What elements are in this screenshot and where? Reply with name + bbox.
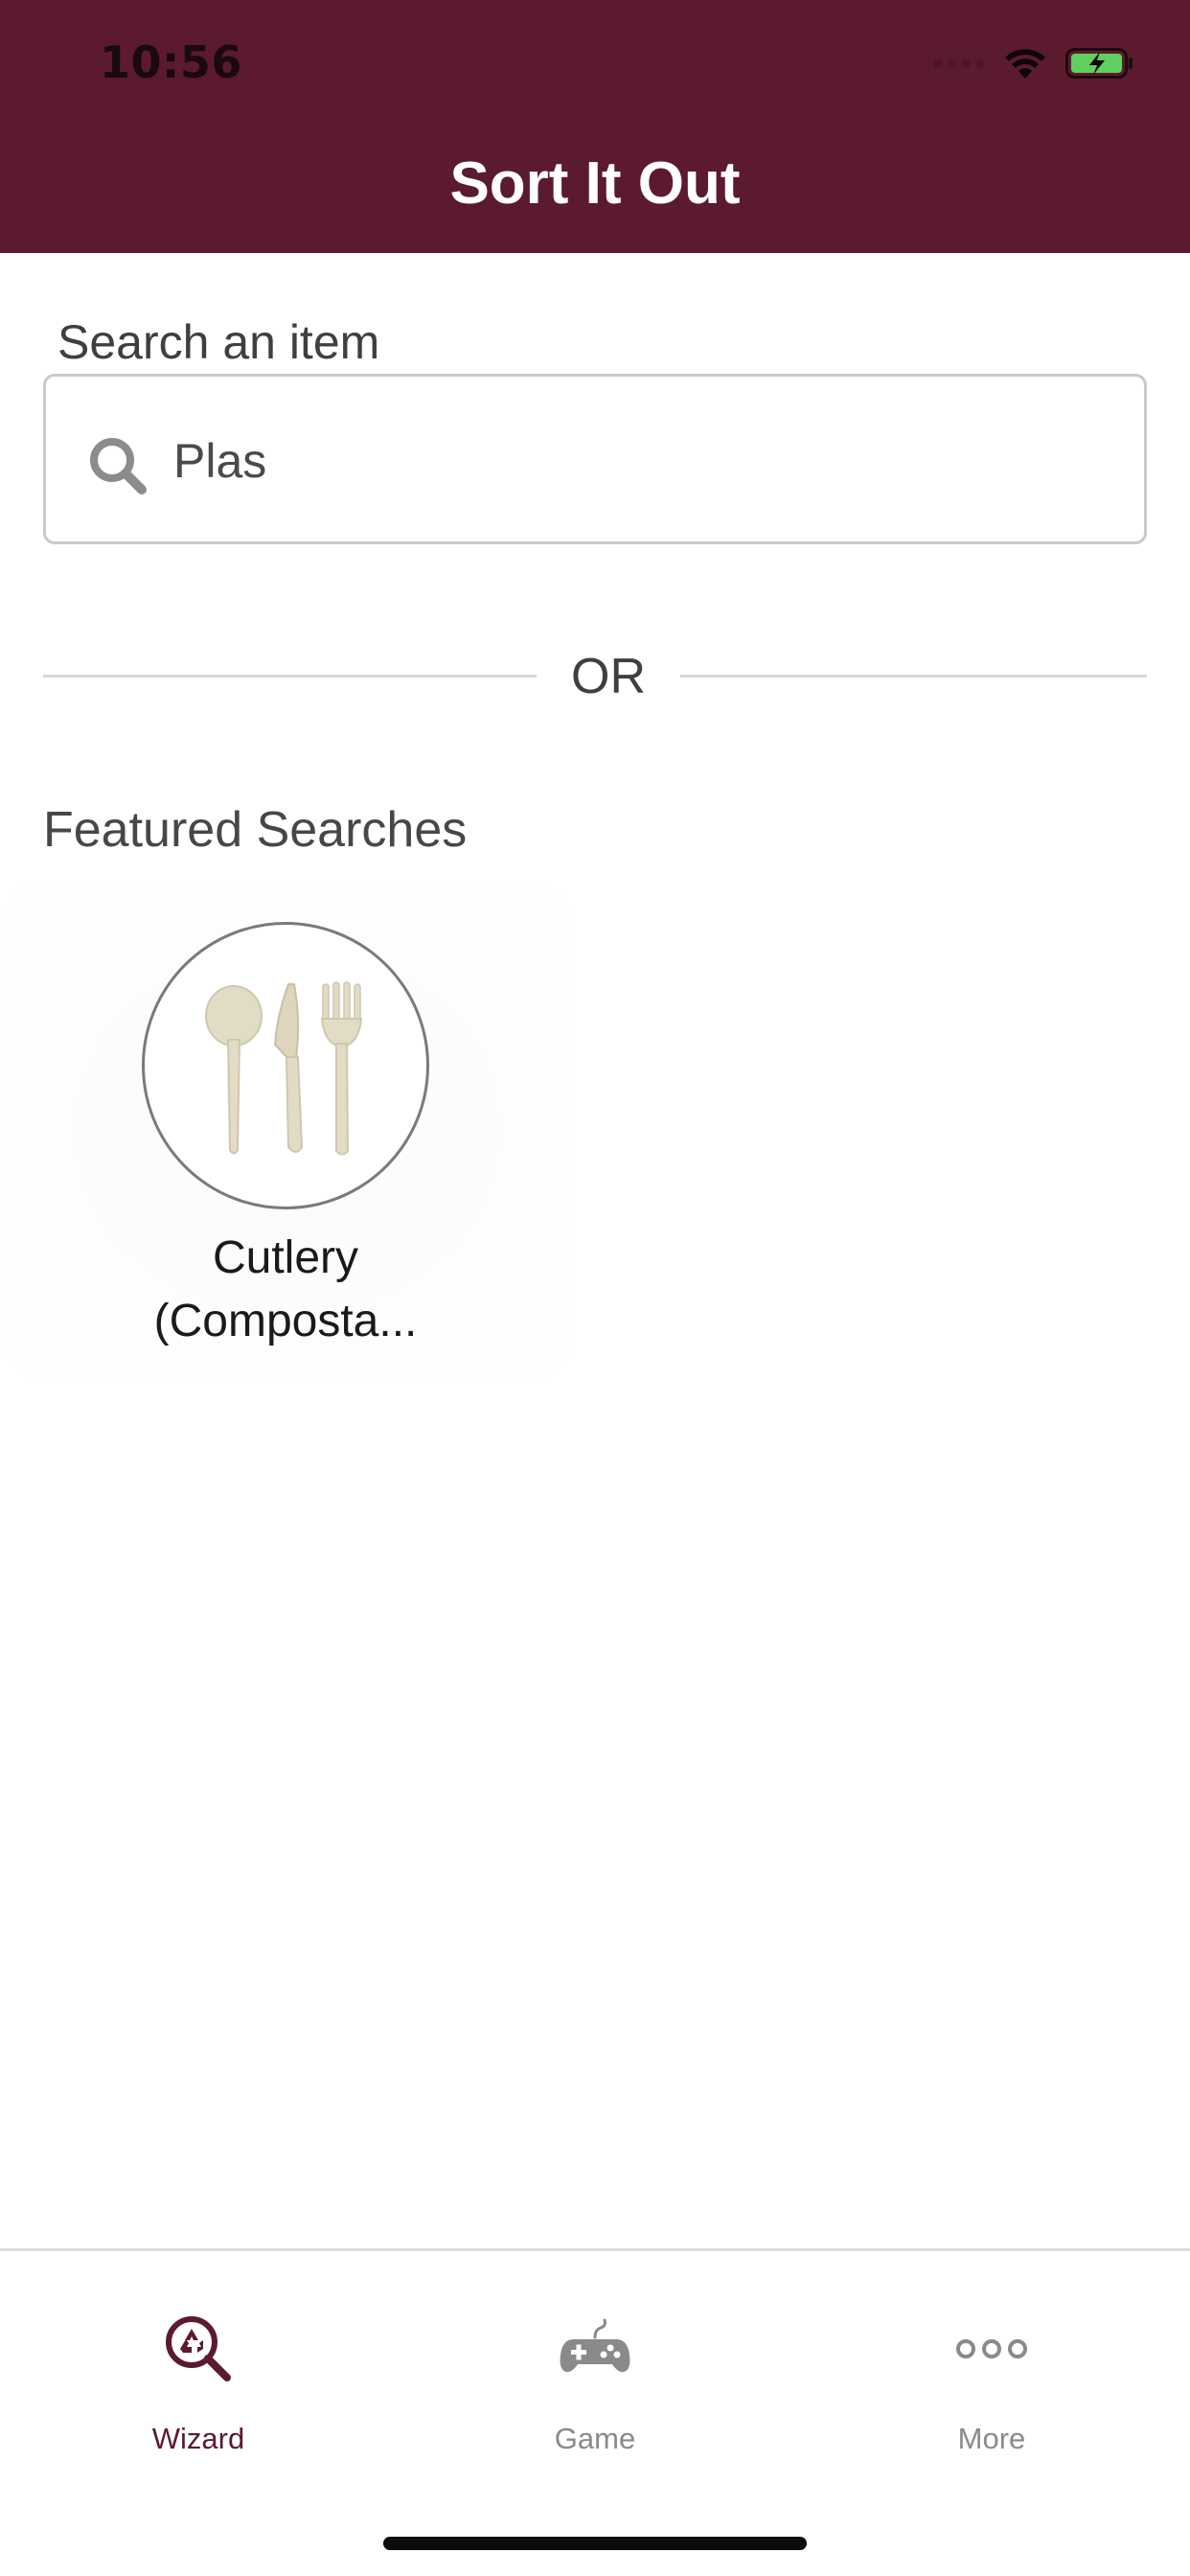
more-dots-icon — [956, 2339, 1027, 2358]
cutlery-icon — [205, 981, 363, 1156]
featured-item-label: Cutlery (Composta... — [96, 1227, 475, 1353]
tab-more[interactable]: More — [793, 2251, 1190, 2481]
gamepad-icon — [560, 2318, 630, 2373]
divider-line-right — [680, 675, 1147, 678]
search-box[interactable] — [43, 374, 1147, 544]
featured-item-cutlery[interactable]: Cutlery (Composta... — [0, 882, 575, 1380]
search-input[interactable] — [173, 415, 1112, 507]
featured-searches-title: Featured Searches — [43, 802, 468, 858]
app-title: Sort It Out — [449, 150, 741, 217]
app-header: 10:56 Sort It Out — [0, 0, 1190, 253]
battery-charging-icon — [1065, 48, 1133, 79]
featured-item-image — [142, 922, 429, 1209]
divider-line-left — [43, 675, 537, 678]
status-time: 10:56 — [100, 36, 242, 88]
tab-wizard[interactable]: Wizard — [0, 2251, 397, 2481]
tab-bar: Wizard Game More — [0, 2248, 1190, 2576]
screen: 10:56 Sort It Out Search an item Plas OR… — [0, 0, 1190, 2576]
home-indicator[interactable] — [383, 2537, 807, 2550]
recycle-search-icon — [166, 2316, 231, 2381]
featured-item-label-line2: (Composta... — [153, 1296, 418, 1346]
status-icons — [933, 44, 1134, 82]
featured-item-label-line1: Cutlery — [212, 1232, 359, 1283]
search-label: Search an item — [57, 315, 380, 369]
cellular-signal-icon — [933, 58, 985, 68]
wifi-icon — [1005, 49, 1045, 79]
or-divider-text: OR — [571, 649, 646, 704]
tab-game[interactable]: Game — [397, 2251, 793, 2481]
search-icon — [90, 438, 147, 494]
tab-game-label: Game — [554, 2422, 636, 2455]
tab-wizard-label: Wizard — [151, 2422, 245, 2455]
tab-more-label: More — [957, 2422, 1026, 2455]
